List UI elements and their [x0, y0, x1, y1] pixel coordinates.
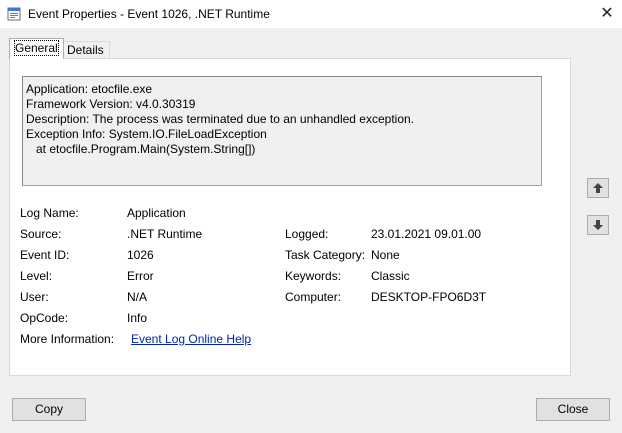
logged-label: Logged:: [285, 227, 329, 241]
keywords-label: Keywords:: [285, 269, 342, 283]
tab-general-label: General: [14, 40, 59, 56]
level-label: Level:: [20, 269, 53, 283]
general-panel: Application: etocfile.exe Framework Vers…: [9, 58, 571, 376]
arrow-up-icon: [593, 183, 603, 193]
title-bar: Event Properties - Event 1026, .NET Runt…: [0, 0, 622, 28]
tab-general[interactable]: General: [9, 38, 64, 59]
tab-details-label: Details: [67, 43, 104, 57]
computer-value: DESKTOP-FPO6D3T: [371, 290, 487, 304]
description-box[interactable]: Application: etocfile.exe Framework Vers…: [22, 76, 542, 186]
keywords-value: Classic: [371, 269, 410, 283]
close-button-label: Close: [557, 402, 589, 416]
user-label: User:: [20, 290, 49, 304]
event-id-label: Event ID:: [20, 248, 70, 262]
log-name-value: Application: [127, 206, 186, 220]
event-log-online-help-link[interactable]: Event Log Online Help: [131, 332, 251, 346]
description-line: Application: etocfile.exe: [26, 82, 153, 96]
logged-value: 23.01.2021 09.01.00: [371, 227, 482, 241]
task-category-value: None: [371, 248, 400, 262]
description-line: Description: The process was terminated …: [26, 112, 415, 126]
window-title: Event Properties - Event 1026, .NET Runt…: [28, 7, 270, 21]
copy-button[interactable]: Copy: [12, 398, 86, 421]
event-id-value: 1026: [127, 248, 154, 262]
task-category-label: Task Category:: [285, 248, 366, 262]
description-line: Exception Info: System.IO.FileLoadExcept…: [26, 127, 267, 141]
previous-event-button[interactable]: [587, 178, 609, 198]
arrow-down-icon: [593, 220, 603, 230]
log-name-label: Log Name:: [20, 206, 79, 220]
computer-label: Computer:: [285, 290, 342, 304]
event-viewer-icon: [7, 7, 21, 21]
source-label: Source:: [20, 227, 62, 241]
level-value: Error: [127, 269, 154, 283]
description-line: Framework Version: v4.0.30319: [26, 97, 196, 111]
more-information-label: More Information:: [20, 332, 115, 346]
opcode-value: Info: [127, 311, 148, 325]
close-icon: ✕: [600, 5, 614, 22]
opcode-label: OpCode:: [20, 311, 69, 325]
next-event-button[interactable]: [587, 215, 609, 235]
copy-button-label: Copy: [34, 402, 63, 416]
description-line: at etocfile.Program.Main(System.String[]…: [26, 142, 256, 156]
close-button[interactable]: Close: [536, 398, 610, 421]
source-value: .NET Runtime: [127, 227, 203, 241]
window-close-button[interactable]: ✕: [592, 0, 622, 28]
tab-details[interactable]: Details: [61, 41, 110, 59]
user-value: N/A: [127, 290, 148, 304]
